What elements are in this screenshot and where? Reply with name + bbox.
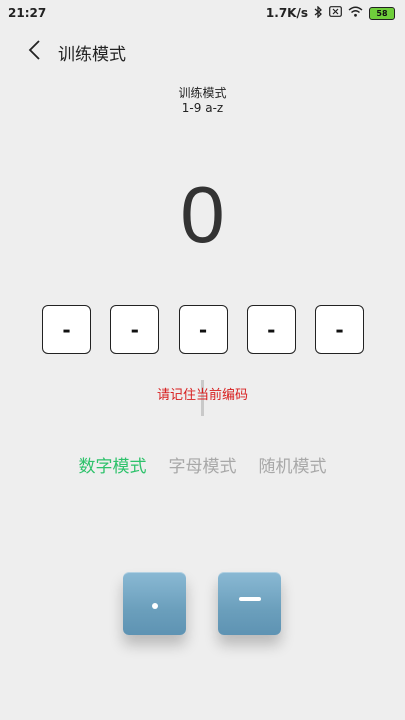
code-slots: - - - - -: [42, 305, 364, 354]
hint-text: 请记住当前编码: [156, 388, 248, 403]
chevron-left-icon: [27, 39, 41, 65]
dot-key-button[interactable]: [123, 572, 186, 635]
battery-icon: 58: [369, 6, 395, 20]
screen: 21:27 1.7K/s 58 训练模式 训练模式 1-9 a-z 0 - - …: [0, 0, 405, 720]
subtitle-line-2: 1-9 a-z: [181, 101, 224, 115]
code-slot: -: [110, 305, 160, 354]
mode-subtitle: 训练模式 1-9 a-z: [0, 86, 405, 116]
subtitle-line-1: 训练模式: [178, 86, 227, 100]
current-character: 0: [180, 170, 225, 259]
dash-icon: [238, 596, 261, 601]
network-speed: 1.7K/s: [265, 6, 308, 20]
back-button[interactable]: [14, 32, 54, 72]
mode-tab-number[interactable]: 数字模式: [79, 452, 147, 477]
mode-selector: 数字模式 字母模式 随机模式: [0, 452, 405, 477]
code-slot: -: [246, 305, 296, 354]
bluetooth-icon: [314, 4, 323, 21]
status-bar: 21:27 1.7K/s 58: [0, 0, 405, 26]
app-bar: 训练模式: [0, 30, 405, 74]
code-slot: -: [178, 305, 228, 354]
sim-off-icon: [329, 6, 342, 20]
dot-icon: [151, 602, 158, 609]
code-slot: -: [315, 305, 364, 354]
mode-tab-random[interactable]: 随机模式: [259, 452, 327, 477]
code-slot: -: [42, 305, 91, 354]
dash-key-button[interactable]: [218, 572, 281, 635]
clock: 21:27: [8, 6, 47, 20]
status-icons: 1.7K/s 58: [265, 4, 405, 21]
page-title: 训练模式: [58, 44, 126, 65]
wifi-icon: [348, 6, 363, 20]
mode-tab-letter[interactable]: 字母模式: [169, 452, 237, 477]
